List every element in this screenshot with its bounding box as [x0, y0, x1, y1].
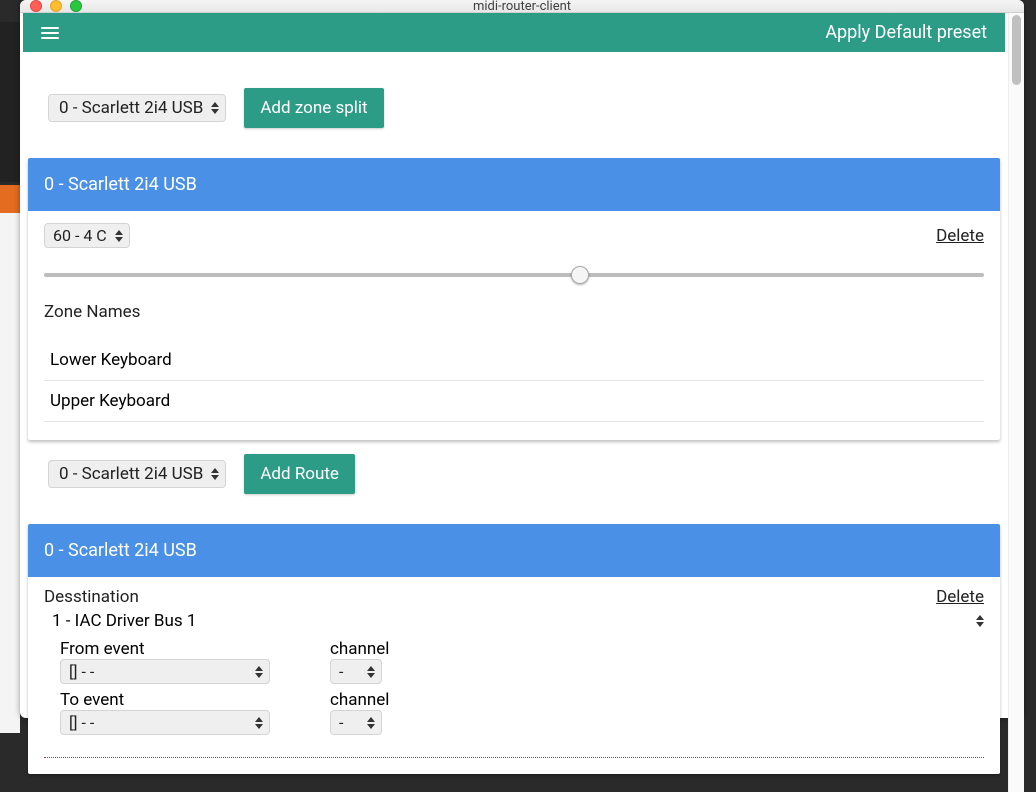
- from-event-value: [] - -: [69, 662, 94, 681]
- updown-icon: [367, 666, 375, 678]
- destination-select[interactable]: 1 - IAC Driver Bus 1: [44, 609, 984, 633]
- from-channel-label: channel: [330, 639, 389, 659]
- route-controls: 0 - Scarlett 2i4 USB Add Route: [28, 440, 1000, 502]
- main-content: Apply Default preset 0 - Scarlett 2i4 US…: [20, 13, 1008, 792]
- destination-label: Desstination: [44, 587, 139, 607]
- updown-icon: [115, 230, 123, 242]
- slider-track: [44, 273, 984, 277]
- zone-device-select[interactable]: 0 - Scarlett 2i4 USB: [48, 94, 226, 122]
- apply-default-preset-button[interactable]: Apply Default preset: [825, 22, 987, 43]
- route-device-select-value: 0 - Scarlett 2i4 USB: [59, 464, 203, 484]
- delete-zone-link[interactable]: Delete: [936, 226, 984, 246]
- route-card-title: 0 - Scarlett 2i4 USB: [28, 524, 1000, 577]
- split-note-value: 60 - 4 C: [53, 226, 107, 245]
- app-window: midi-router-client Apply Default preset …: [20, 0, 1024, 718]
- updown-icon: [211, 102, 219, 114]
- from-channel-select[interactable]: -: [330, 659, 382, 684]
- zone-names-label: Zone Names: [44, 302, 984, 322]
- route-divider: [44, 757, 984, 758]
- titlebar: midi-router-client: [20, 0, 1024, 13]
- split-point-slider[interactable]: [44, 266, 984, 284]
- to-event-select[interactable]: [] - -: [60, 710, 270, 735]
- from-event-select[interactable]: [] - -: [60, 659, 270, 684]
- from-channel-value: -: [339, 662, 343, 681]
- to-channel-value: -: [339, 713, 343, 732]
- route-device-select[interactable]: 0 - Scarlett 2i4 USB: [48, 460, 226, 488]
- zone-card-title: 0 - Scarlett 2i4 USB: [28, 158, 1000, 211]
- split-note-select[interactable]: 60 - 4 C: [44, 223, 130, 248]
- vertical-scrollbar[interactable]: [1008, 13, 1024, 792]
- zone-name-input[interactable]: Lower Keyboard: [44, 340, 984, 381]
- updown-icon: [976, 615, 984, 627]
- add-zone-split-button[interactable]: Add zone split: [244, 88, 383, 128]
- destination-value: 1 - IAC Driver Bus 1: [52, 611, 196, 631]
- to-event-label: To event: [60, 690, 270, 710]
- to-event-value: [] - -: [69, 713, 94, 732]
- zone-split-card: 0 - Scarlett 2i4 USB 60 - 4 C Delete: [28, 158, 1000, 440]
- zone-device-select-value: 0 - Scarlett 2i4 USB: [59, 98, 203, 118]
- zone-names-list: Lower Keyboard Upper Keyboard: [44, 340, 984, 422]
- updown-icon: [255, 717, 263, 729]
- updown-icon: [255, 666, 263, 678]
- route-card: 0 - Scarlett 2i4 USB Desstination Delete…: [28, 524, 1000, 774]
- zone-name-input[interactable]: Upper Keyboard: [44, 381, 984, 422]
- updown-icon: [211, 468, 219, 480]
- slider-thumb[interactable]: [571, 266, 589, 284]
- menu-icon[interactable]: [41, 27, 59, 39]
- add-route-button[interactable]: Add Route: [244, 454, 355, 494]
- scrollbar-thumb[interactable]: [1012, 15, 1021, 85]
- delete-route-link[interactable]: Delete: [936, 587, 984, 607]
- updown-icon: [367, 717, 375, 729]
- from-event-label: From event: [60, 639, 270, 659]
- zone-split-controls: 0 - Scarlett 2i4 USB Add zone split: [28, 70, 1000, 136]
- to-channel-label: channel: [330, 690, 389, 710]
- window-title: midi-router-client: [20, 0, 1024, 14]
- to-channel-select[interactable]: -: [330, 710, 382, 735]
- app-topbar: Apply Default preset: [23, 13, 1005, 52]
